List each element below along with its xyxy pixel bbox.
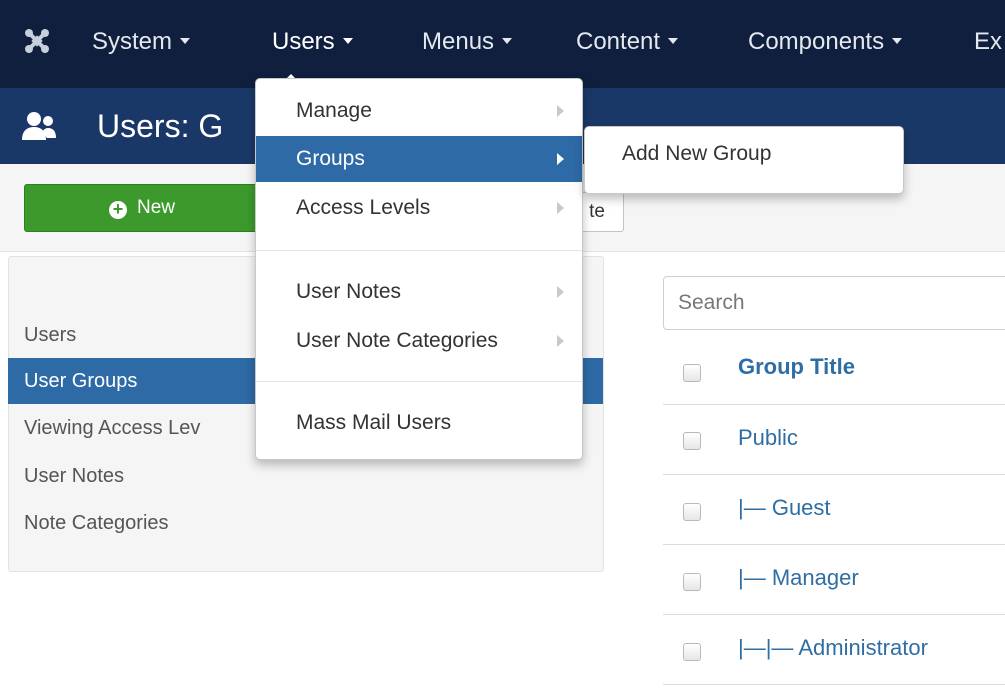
menu-item-add-new-group[interactable]: Add New Group	[622, 142, 771, 166]
nav-components[interactable]: Components	[748, 28, 903, 56]
chevron-right-icon	[557, 202, 564, 214]
menu-item-user-notes[interactable]: User Notes	[256, 269, 582, 315]
search-input[interactable]: Search	[663, 276, 1005, 330]
chevron-down-icon	[892, 37, 903, 44]
nav-system[interactable]: System	[92, 28, 191, 56]
menu-divider	[256, 381, 582, 382]
page-title: Users: G	[97, 108, 224, 144]
menu-item-user-note-categories[interactable]: User Note Categories	[256, 318, 582, 364]
chevron-right-icon	[557, 105, 564, 117]
chevron-down-icon	[180, 37, 191, 44]
row-checkbox[interactable]	[683, 432, 701, 450]
sidebar-item-note-categories[interactable]: Note Categories	[8, 500, 603, 546]
column-header-group-title[interactable]: Group Title	[738, 354, 855, 380]
group-link[interactable]: |— Manager	[738, 565, 859, 591]
group-link[interactable]: |—|— Administrator	[738, 635, 928, 661]
select-all-checkbox[interactable]	[683, 364, 701, 382]
menu-item-groups[interactable]: Groups	[256, 136, 582, 182]
table-bottom-border	[663, 684, 1005, 685]
table-row: |— Guest	[663, 474, 1005, 544]
nav-menus[interactable]: Menus	[422, 28, 513, 56]
joomla-logo-icon[interactable]	[24, 28, 50, 54]
chevron-down-icon	[502, 37, 513, 44]
table-row: Public	[663, 404, 1005, 474]
menu-item-mass-mail-users[interactable]: Mass Mail Users	[256, 400, 582, 446]
nav-users[interactable]: Users	[272, 28, 353, 56]
menu-item-access-levels[interactable]: Access Levels	[256, 185, 582, 231]
group-link[interactable]: Public	[738, 425, 798, 451]
table-header-row: Group Title	[663, 334, 1005, 404]
row-checkbox[interactable]	[683, 503, 701, 521]
group-link[interactable]: |— Guest	[738, 495, 831, 521]
chevron-right-icon	[557, 335, 564, 347]
new-button[interactable]: + New	[24, 184, 260, 232]
top-navbar: System Users Menus Content Components Ex	[0, 0, 1005, 88]
menu-divider	[256, 250, 582, 251]
users-icon	[20, 110, 64, 149]
chevron-down-icon	[342, 37, 353, 44]
chevron-right-icon	[557, 153, 564, 165]
table-row: |— Manager	[663, 544, 1005, 614]
menu-item-manage[interactable]: Manage	[256, 88, 582, 134]
chevron-right-icon	[557, 286, 564, 298]
table-row: |—|— Administrator	[663, 614, 1005, 684]
plus-circle-icon: +	[108, 200, 127, 219]
nav-content[interactable]: Content	[576, 28, 679, 56]
nav-extensions[interactable]: Ex	[974, 28, 1002, 56]
chevron-down-icon	[668, 37, 679, 44]
row-checkbox[interactable]	[683, 573, 701, 591]
row-checkbox[interactable]	[683, 643, 701, 661]
